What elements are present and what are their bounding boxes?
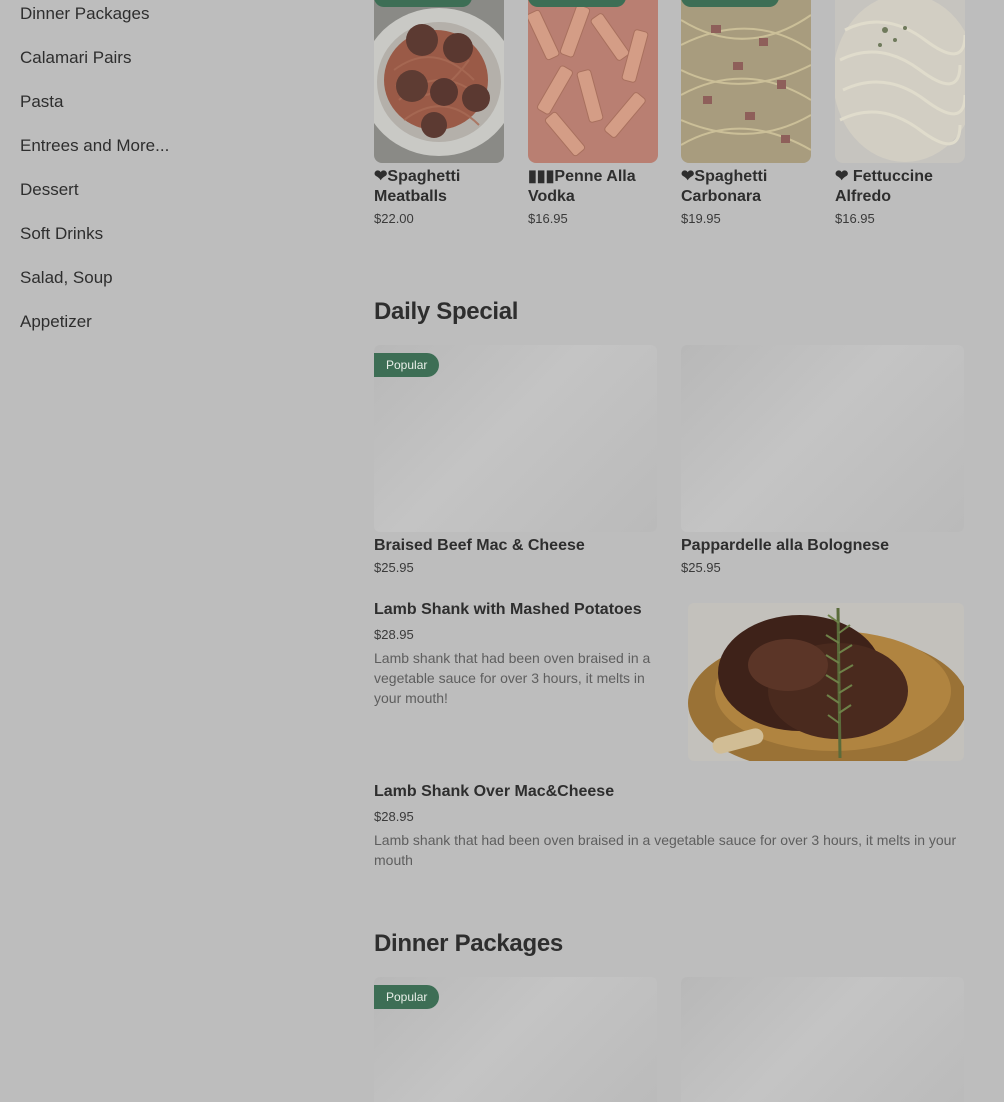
sidebar-item-entrees[interactable]: Entrees and More... [20,132,320,176]
menu-item-row[interactable]: Lamb Shank with Mashed Potatoes $28.95 L… [374,601,964,763]
item-image-placeholder: Popular [374,345,657,532]
menu-item-price: $22.00 [374,211,414,226]
menu-item-card[interactable]: ❤Spaghetti Meatballs $22.00 [374,0,504,226]
menu-item-price: $28.95 [374,627,414,642]
menu-item-price: $25.95 [681,560,721,575]
menu-item-name: Pappardelle alla Bolognese [681,537,890,554]
sidebar-item-dessert[interactable]: Dessert [20,176,320,220]
menu-item-price: $28.95 [374,809,414,824]
menu-item-name: ❤Spaghetti Meatballs [374,168,461,205]
menu-item-price: $16.95 [835,211,875,226]
sidebar-item-calamari-pairs[interactable]: Calamari Pairs [20,44,320,88]
sidebar-item-pasta[interactable]: Pasta [20,88,320,132]
popular-badge: Popular [374,985,440,1009]
lamb-shank-image [688,603,964,761]
sidebar-item-dinner-packages[interactable]: Dinner Packages [20,0,320,44]
fettuccine-alfredo-image [835,0,965,163]
item-tag [374,0,472,7]
menu-item-name: Lamb Shank Over Mac&Cheese [374,783,615,800]
sidebar-item-salad-soup[interactable]: Salad, Soup [20,264,320,308]
item-tag [528,0,626,7]
menu-item-name: Braised Beef Mac & Cheese [374,537,585,554]
menu-item-card[interactable] [681,977,964,1102]
spaghetti-meatballs-image [374,0,504,163]
menu-item-card[interactable]: ❤ Fettuccine Alfredo $16.95 [835,0,965,226]
item-image-placeholder [681,977,964,1102]
sidebar-item-appetizer[interactable]: Appetizer [20,308,320,352]
menu-item-card[interactable]: ▮▮▮Penne Alla Vodka $16.95 [528,0,658,226]
menu-content: ❤Spaghetti Meatballs $22.00 ▮▮▮Penne All… [374,0,965,1102]
menu-item-name: Lamb Shank with Mashed Potatoes [374,601,642,618]
pasta-section: ❤Spaghetti Meatballs $22.00 ▮▮▮Penne All… [374,0,965,240]
menu-item-card[interactable]: Popular [374,977,657,1102]
menu-item-name: ❤Spaghetti Carbonara [681,168,768,205]
spaghetti-carbonara-image [681,0,811,163]
menu-item-price: $19.95 [681,211,721,226]
sidebar-item-soft-drinks[interactable]: Soft Drinks [20,220,320,264]
menu-item-price: $25.95 [374,560,414,575]
menu-item-card[interactable]: ❤Spaghetti Carbonara $19.95 [681,0,811,226]
item-image-placeholder [681,345,964,532]
item-tag [681,0,779,7]
item-image-placeholder: Popular [374,977,657,1102]
menu-item-card[interactable]: Popular Braised Beef Mac & Cheese $25.95 [374,345,657,575]
menu-item-name: ❤ Fettuccine Alfredo [835,168,933,205]
section-title-dinner-packages: Dinner Packages [374,930,563,957]
menu-item-card[interactable]: Pappardelle alla Bolognese $25.95 [681,345,964,575]
menu-item-price: $16.95 [528,211,568,226]
menu-item-name: ▮▮▮Penne Alla Vodka [528,168,636,205]
section-title-daily-special: Daily Special [374,298,519,325]
menu-item-row[interactable]: Lamb Shank Over Mac&Cheese $28.95 Lamb s… [374,783,964,870]
penne-vodka-image [528,0,658,163]
popular-badge: Popular [374,353,440,377]
menu-item-description: Lamb shank that had been oven braised in… [374,650,651,706]
category-sidebar: Dinner Packages Calamari Pairs Pasta Ent… [20,0,320,352]
menu-item-description: Lamb shank that had been oven braised in… [374,832,957,868]
